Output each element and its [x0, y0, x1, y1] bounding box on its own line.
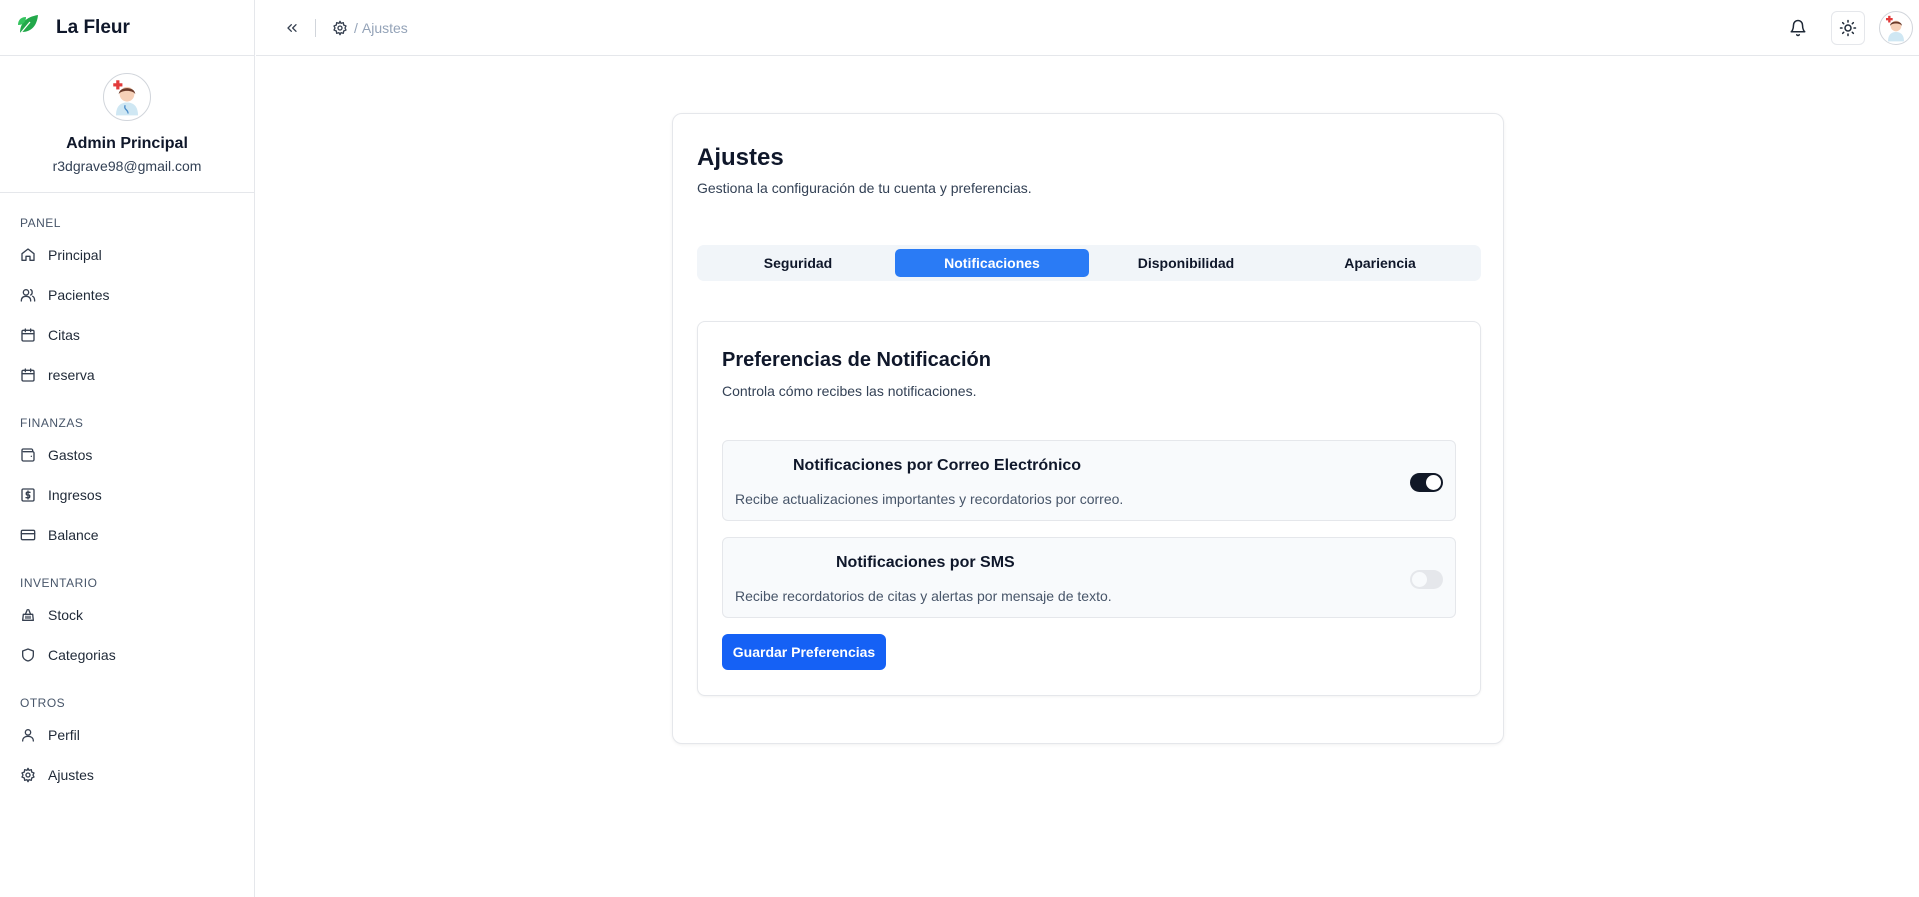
top-header: / Ajustes: [256, 0, 1919, 56]
page-subtitle: Gestiona la configuración de tu cuenta y…: [697, 180, 1032, 196]
sun-icon: [1839, 19, 1857, 37]
sms-notification-toggle[interactable]: [1410, 570, 1443, 589]
sidebar-item-balance[interactable]: Balance: [0, 515, 254, 555]
sidebar-item-label: Gastos: [48, 447, 93, 463]
sidebar-item-label: Stock: [48, 607, 84, 623]
sidebar-item-label: Ajustes: [48, 767, 94, 783]
section-title-finanzas: FINANZAS: [20, 416, 84, 430]
user-profile: Admin Principal r3dgrave98@gmail.com: [0, 56, 254, 193]
toggle-knob: [1426, 475, 1441, 490]
brand[interactable]: La Fleur: [0, 0, 254, 56]
sidebar-item-gastos[interactable]: Gastos: [0, 435, 254, 475]
panel-subtitle: Controla cómo recibes las notificaciones…: [722, 383, 977, 399]
users-icon: [20, 289, 36, 302]
sidebar-item-label: Perfil: [48, 727, 80, 743]
sidebar-item-categorias[interactable]: Categorias: [0, 635, 254, 675]
page-title: Ajustes: [697, 144, 784, 171]
dollar-icon: [21, 488, 35, 502]
sms-notification-row: Notificaciones por SMS Recibe recordator…: [722, 537, 1456, 618]
sidebar-item-principal[interactable]: Principal: [0, 235, 254, 275]
tab-notificaciones[interactable]: Notificaciones: [895, 249, 1089, 277]
sms-notification-description: Recibe recordatorios de citas y alertas …: [735, 588, 1112, 604]
profile-name: Admin Principal: [66, 135, 188, 152]
email-notification-description: Recibe actualizaciones importantes y rec…: [735, 491, 1124, 507]
sms-notification-title: Notificaciones por SMS: [836, 554, 1015, 571]
sidebar-item-reserva[interactable]: reserva: [0, 355, 254, 395]
sidebar-item-label: reserva: [48, 367, 95, 383]
tab-disponibilidad[interactable]: Disponibilidad: [1089, 249, 1283, 277]
toggle-knob: [1412, 572, 1427, 587]
credit-card-icon: [20, 529, 36, 541]
sidebar-item-label: Categorias: [48, 647, 116, 663]
sidebar-item-label: Ingresos: [48, 487, 102, 503]
email-notification-toggle[interactable]: [1410, 473, 1443, 492]
sidebar-item-pacientes[interactable]: Pacientes: [0, 275, 254, 315]
tab-seguridad[interactable]: Seguridad: [701, 249, 895, 277]
calendar-icon: [21, 368, 35, 382]
calendar-icon: [21, 328, 35, 342]
notifications-button[interactable]: [1781, 11, 1815, 45]
user-icon: [22, 729, 34, 742]
breadcrumb-separator: /: [354, 19, 358, 36]
breadcrumb: / Ajustes: [332, 20, 408, 36]
email-notification-row: Notificaciones por Correo Electrónico Re…: [722, 440, 1456, 521]
gear-icon: [333, 20, 347, 35]
sidebar-item-citas[interactable]: Citas: [0, 315, 254, 355]
sidebar-item-ingresos[interactable]: Ingresos: [0, 475, 254, 515]
sidebar: La Fleur Admin Principal r3dgrave98@gmai…: [0, 0, 255, 897]
sidebar-nav: PANEL Principal Pacientes Citas reserva …: [0, 193, 254, 795]
doctor-avatar-icon: [1880, 12, 1912, 44]
basket-icon: [22, 609, 34, 621]
header-actions: [1781, 0, 1919, 56]
theme-toggle-button[interactable]: [1831, 11, 1865, 45]
collapse-sidebar-button[interactable]: [277, 13, 307, 43]
sidebar-item-label: Pacientes: [48, 287, 110, 303]
shield-icon: [22, 648, 34, 662]
email-notification-title: Notificaciones por Correo Electrónico: [793, 457, 1082, 474]
settings-tabs: Seguridad Notificaciones Disponibilidad …: [697, 245, 1481, 281]
header-divider: [315, 18, 316, 37]
home-icon: [21, 248, 35, 261]
breadcrumb-current: Ajustes: [361, 19, 408, 36]
save-preferences-button[interactable]: Guardar Preferencias: [722, 634, 886, 670]
tab-apariencia[interactable]: Apariencia: [1283, 249, 1477, 277]
chevrons-left-icon: [287, 23, 297, 32]
wallet-icon: [21, 448, 35, 462]
gear-icon: [21, 767, 35, 783]
section-title-inventario: INVENTARIO: [20, 576, 98, 590]
sidebar-item-ajustes[interactable]: Ajustes: [0, 755, 254, 795]
notification-preferences-panel: Preferencias de Notificación Controla có…: [697, 321, 1481, 696]
sidebar-item-perfil[interactable]: Perfil: [0, 715, 254, 755]
sidebar-item-label: Balance: [48, 527, 99, 543]
section-title-panel: PANEL: [20, 216, 61, 230]
settings-card: Ajustes Gestiona la configuración de tu …: [672, 113, 1504, 744]
leaf-icon: [14, 11, 42, 44]
section-title-otros: OTROS: [20, 696, 66, 710]
profile-email: r3dgrave98@gmail.com: [52, 158, 202, 174]
panel-title: Preferencias de Notificación: [722, 349, 991, 371]
doctor-avatar-icon: [103, 73, 151, 121]
bell-icon: [1790, 19, 1806, 37]
user-avatar-button[interactable]: [1879, 11, 1913, 45]
sidebar-item-label: Principal: [48, 247, 102, 263]
sidebar-item-label: Citas: [48, 327, 80, 343]
brand-name: La Fleur: [56, 16, 130, 38]
sidebar-item-stock[interactable]: Stock: [0, 595, 254, 635]
